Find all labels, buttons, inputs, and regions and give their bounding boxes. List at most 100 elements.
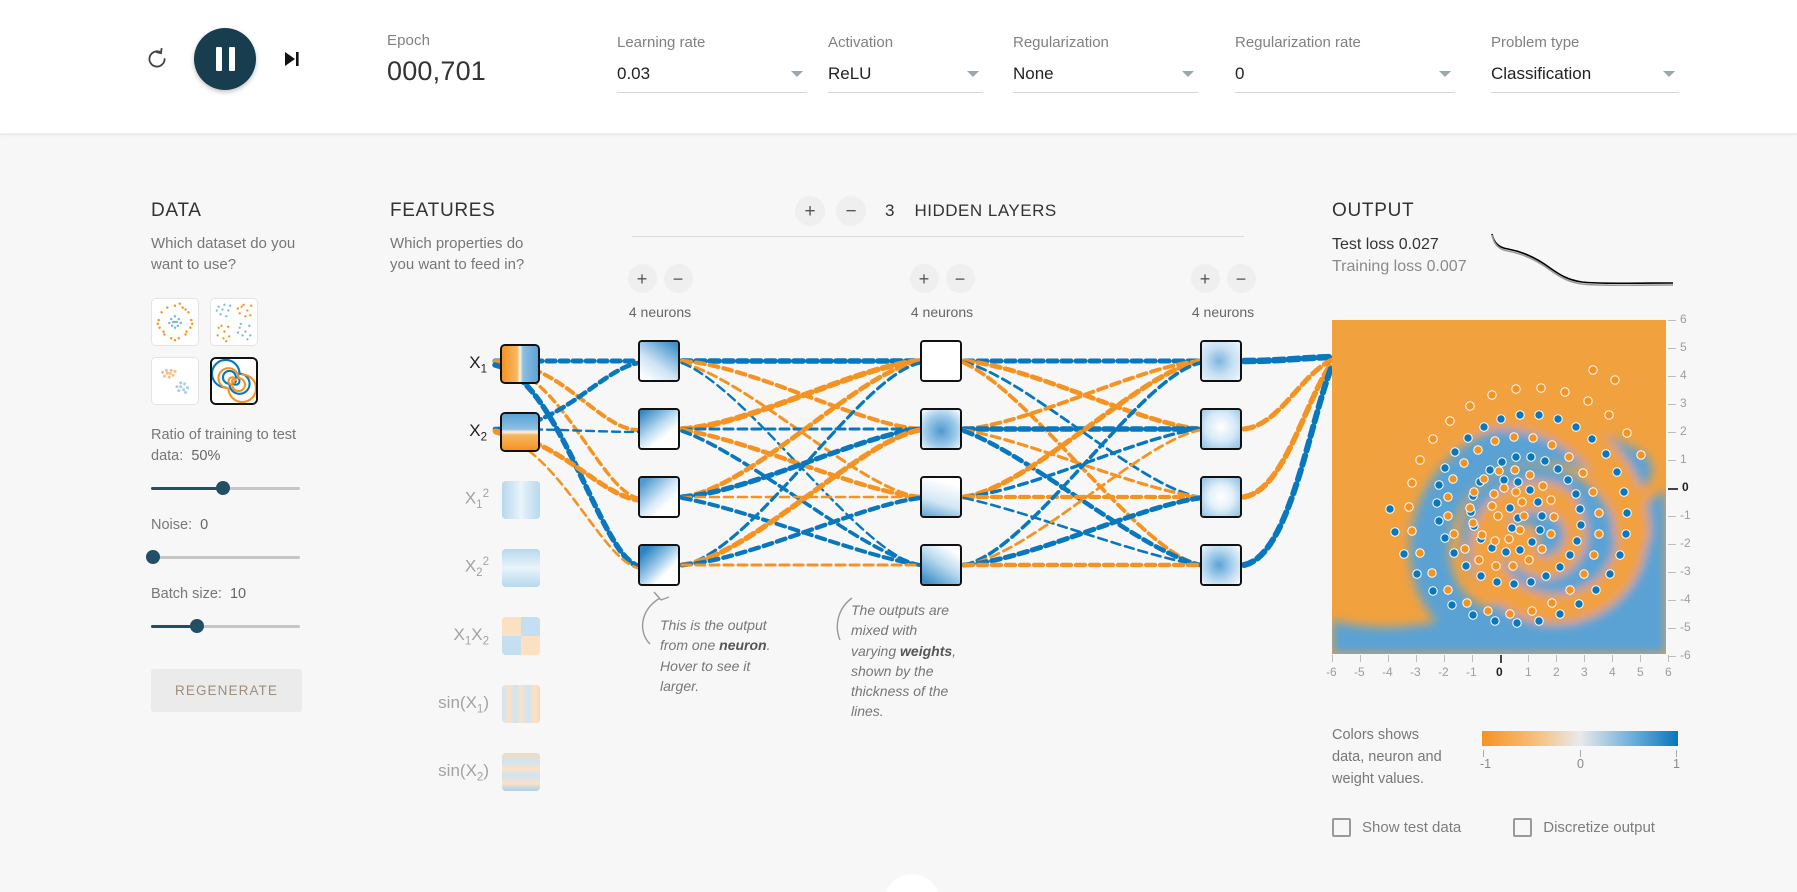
add-neuron-layer-1-button[interactable]: + [627, 264, 657, 293]
feature-x1-label: X1 [469, 352, 487, 376]
feature-x1x2[interactable]: X1X2 [390, 602, 540, 670]
chevron-down-icon [1182, 71, 1194, 77]
remove-neuron-layer-1-button[interactable]: − [663, 264, 693, 293]
regularization-label: Regularization [1013, 34, 1109, 51]
remove-neuron-layer-3-button[interactable]: − [1226, 264, 1256, 293]
gauss-dataset-icon [152, 357, 198, 404]
hidden-layers-label: HIDDEN LAYERS [914, 201, 1057, 220]
regularization-rate-label: Regularization rate [1235, 34, 1361, 51]
colorbar-ticks: -1 0 1 [1480, 750, 1680, 776]
feature-x2[interactable]: X2 [390, 398, 540, 466]
neuron-2-3[interactable] [920, 476, 962, 518]
layer-3-controls: + − 4 neurons [1167, 264, 1279, 320]
add-layer-button[interactable]: + [795, 196, 825, 226]
noise-label: Noise: 0 [151, 516, 209, 533]
add-neuron-layer-2-button[interactable]: + [909, 264, 939, 293]
feature-x1x2-thumb[interactable] [502, 617, 540, 655]
output-heatmap[interactable] [1332, 320, 1666, 654]
remove-layer-button[interactable]: − [836, 196, 866, 226]
regenerate-button[interactable]: REGENERATE [151, 668, 302, 712]
reset-button[interactable] [140, 42, 174, 76]
feature-x1-squared-thumb[interactable] [502, 481, 540, 519]
neuron-1-2[interactable] [638, 408, 680, 450]
neuron-3-3[interactable] [1200, 476, 1242, 518]
chevron-down-icon [1439, 71, 1451, 77]
dataset-spiral-button[interactable] [210, 356, 258, 405]
feature-sin-x2[interactable]: sin(X2) [390, 738, 540, 806]
playback-controls [140, 28, 306, 90]
play-pause-button[interactable] [194, 28, 256, 90]
feature-x1-squared[interactable]: X12 [390, 466, 540, 534]
neuron-1-3[interactable] [638, 476, 680, 518]
feature-x1[interactable]: X1 [390, 330, 540, 398]
epoch-display: Epoch 000,701 [387, 32, 486, 87]
feature-x2-squared[interactable]: X22 [390, 534, 540, 602]
loss-curve-training-line [1491, 234, 1674, 287]
feature-sin-x2-label: sin(X2) [438, 760, 489, 784]
callout-weights: The outputs are mixed with varying weigh… [851, 602, 957, 720]
heatmap-x-axis: -6 -5 -4 -3 -2 -1 0 1 2 3 4 5 6 [1326, 655, 1676, 685]
dataset-gauss-button[interactable] [151, 356, 199, 405]
neuron-2-4[interactable] [920, 544, 962, 586]
layer-3-neuron-count: 4 neurons [1191, 304, 1255, 320]
neuron-1-1[interactable] [638, 340, 680, 382]
feature-x2-squared-thumb[interactable] [502, 549, 540, 587]
ratio-value: 50% [191, 447, 221, 464]
batch-size-slider[interactable] [151, 618, 300, 633]
step-button[interactable] [276, 44, 306, 74]
dataset-xor-button[interactable] [210, 297, 258, 346]
neuron-2-1[interactable] [920, 340, 962, 382]
checkbox-icon[interactable] [1513, 818, 1533, 837]
output-options: Show test data Discretize output [1332, 818, 1655, 837]
regularization-select[interactable]: None [1013, 63, 1198, 93]
heatmap-canvas [1332, 320, 1666, 654]
training-loss-value: 0.007 [1426, 258, 1467, 275]
colorbar: -1 0 1 [1480, 731, 1680, 776]
feature-sin-x1-label: sin(X1) [438, 692, 489, 716]
batch-size-slider-knob[interactable] [190, 618, 204, 633]
feature-sin-x1-thumb[interactable] [502, 685, 540, 723]
regularization-rate-control: Regularization rate 0 [1235, 34, 1455, 93]
feature-sin-x2-thumb[interactable] [502, 753, 540, 791]
noise-slider[interactable] [146, 549, 300, 564]
feature-x1-thumb[interactable] [500, 344, 540, 384]
neuron-3-1[interactable] [1200, 340, 1242, 382]
hidden-layers-count: 3 [885, 201, 895, 220]
checkbox-icon[interactable] [1332, 818, 1351, 837]
remove-neuron-layer-2-button[interactable]: − [945, 264, 975, 293]
discretize-output-checkbox[interactable]: Discretize output [1513, 818, 1655, 837]
neuron-2-2[interactable] [920, 408, 962, 450]
activation-select[interactable]: ReLU [828, 63, 983, 93]
learning-rate-select[interactable]: 0.03 [617, 63, 807, 93]
regularization-rate-select[interactable]: 0 [1235, 63, 1455, 93]
ratio-slider-knob[interactable] [216, 480, 230, 495]
problem-type-select[interactable]: Classification [1491, 63, 1679, 93]
loss-curve-test-line [1491, 233, 1674, 285]
bottom-expander[interactable] [884, 874, 940, 892]
reset-icon [148, 47, 166, 68]
neuron-1-4[interactable] [638, 544, 680, 586]
neuron-3-2[interactable] [1200, 408, 1242, 450]
noise-slider-knob[interactable] [146, 549, 160, 564]
feature-sin-x1[interactable]: sin(X1) [390, 670, 540, 738]
test-loss-value: 0.027 [1398, 236, 1439, 253]
features-title: FEATURES [390, 200, 496, 221]
ratio-slider[interactable] [151, 480, 300, 495]
problem-type-value: Classification [1491, 64, 1592, 83]
data-subtitle: Which dataset do you want to use? [151, 235, 296, 274]
feature-x2-thumb[interactable] [500, 412, 540, 452]
activation-label: Activation [828, 34, 894, 51]
show-test-data-checkbox[interactable]: Show test data [1332, 818, 1461, 837]
colorbar-gradient [1482, 731, 1678, 746]
layer-1-neuron-count: 4 neurons [628, 304, 692, 320]
loss-curve-chart [1491, 233, 1674, 287]
ratio-label: Ratio of training to test data: 50% [151, 426, 297, 464]
neuron-3-4[interactable] [1200, 544, 1242, 586]
features-panel: FEATURES Which properties do you want to… [390, 200, 530, 276]
add-neuron-layer-3-button[interactable]: + [1190, 264, 1220, 293]
activation-value: ReLU [828, 64, 872, 83]
dataset-circle-button[interactable] [151, 297, 199, 346]
chevron-down-icon [791, 71, 803, 77]
features-list: X1 X2 X12 X22 X1X2 sin(X1) sin(X2) [390, 330, 540, 806]
activation-control: Activation ReLU [828, 34, 983, 93]
